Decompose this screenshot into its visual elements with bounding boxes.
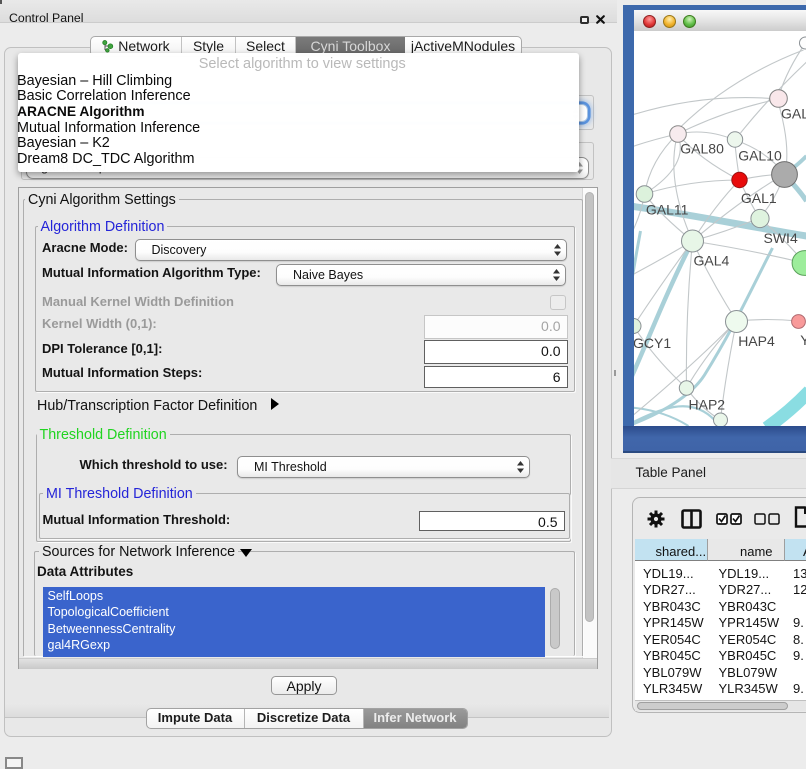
svg-text:HAP4: HAP4 xyxy=(738,333,775,349)
svg-text:GAL4: GAL4 xyxy=(693,253,729,269)
svg-text:SWI4: SWI4 xyxy=(763,230,797,246)
svg-text:GAL10: GAL10 xyxy=(738,148,782,164)
svg-text:Y: Y xyxy=(800,332,806,348)
svg-text:HAP2: HAP2 xyxy=(688,397,725,413)
svg-text:GAL8: GAL8 xyxy=(781,106,806,122)
svg-text:GAL1: GAL1 xyxy=(740,190,776,206)
svg-text:GAL11: GAL11 xyxy=(645,202,688,218)
svg-text:GCY1: GCY1 xyxy=(634,335,671,351)
svg-text:GAL80: GAL80 xyxy=(680,141,724,157)
